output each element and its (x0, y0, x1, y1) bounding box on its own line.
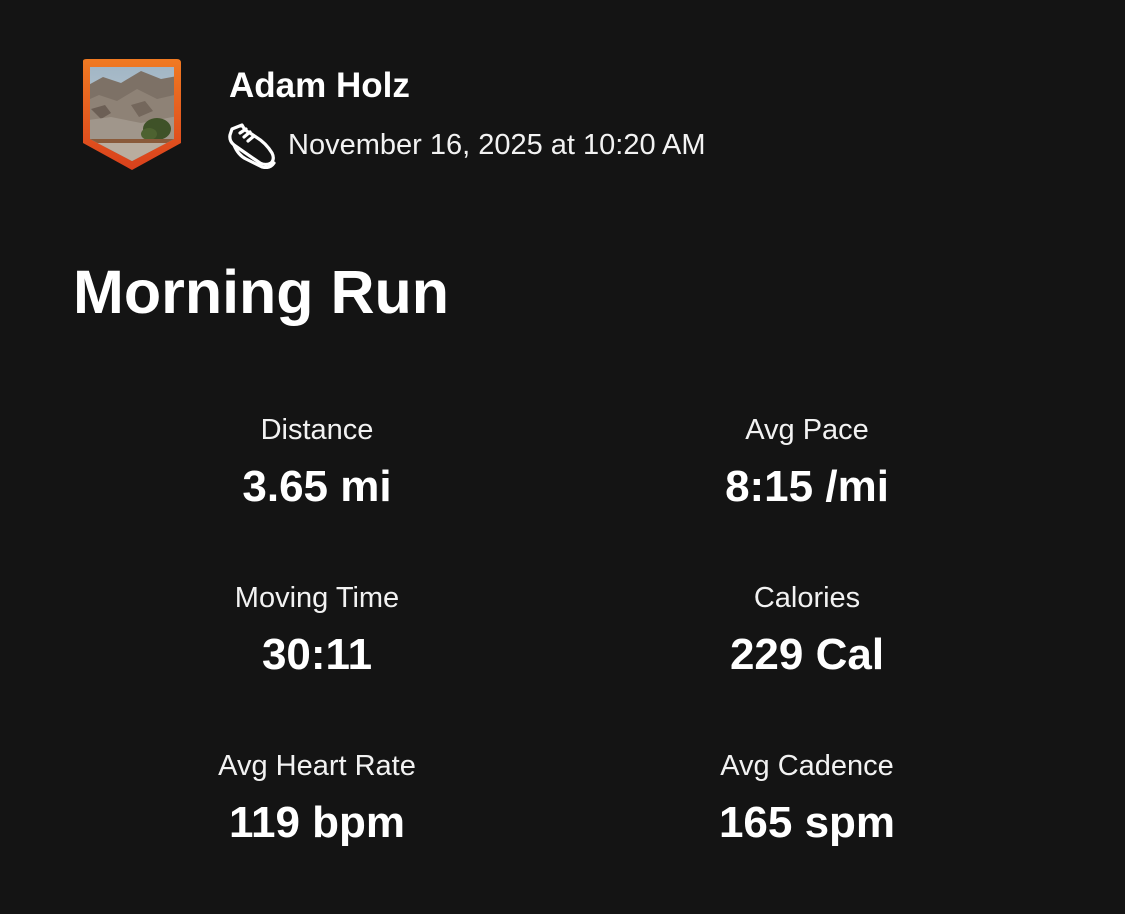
stat-label: Calories (753, 582, 861, 614)
stat-calories: Calories 229 Cal (587, 579, 1027, 683)
stat-avg-pace: Avg Pace 8:15 /mi (587, 411, 1027, 515)
running-shoe-icon (228, 123, 276, 169)
avatar-shield-image (83, 59, 181, 170)
stat-value: 165 spm (718, 798, 896, 847)
activity-date: November 16, 2025 at 10:20 AM (288, 129, 706, 161)
athlete-avatar[interactable] (81, 59, 183, 171)
stat-moving-time: Moving Time 30:11 (97, 579, 537, 683)
stat-value: 3.65 mi (242, 462, 392, 511)
stat-avg-heart-rate: Avg Heart Rate 119 bpm (97, 747, 537, 851)
stat-value: 119 bpm (228, 798, 406, 847)
stat-avg-cadence: Avg Cadence 165 spm (587, 747, 1027, 851)
stat-label: Avg Heart Rate (218, 750, 416, 782)
athlete-name[interactable]: Adam Holz (229, 64, 410, 108)
activity-meta: November 16, 2025 at 10:20 AM (226, 120, 706, 170)
stat-label: Distance (260, 414, 374, 446)
activity-title[interactable]: Morning Run (73, 254, 449, 330)
stat-distance: Distance 3.65 mi (97, 411, 537, 515)
stat-label: Avg Cadence (720, 750, 894, 782)
stat-value: 8:15 /mi (725, 462, 889, 511)
stat-value: 30:11 (261, 630, 373, 679)
stat-label: Moving Time (234, 582, 400, 614)
stat-label: Avg Pace (745, 414, 869, 446)
stat-value: 229 Cal (729, 630, 885, 679)
